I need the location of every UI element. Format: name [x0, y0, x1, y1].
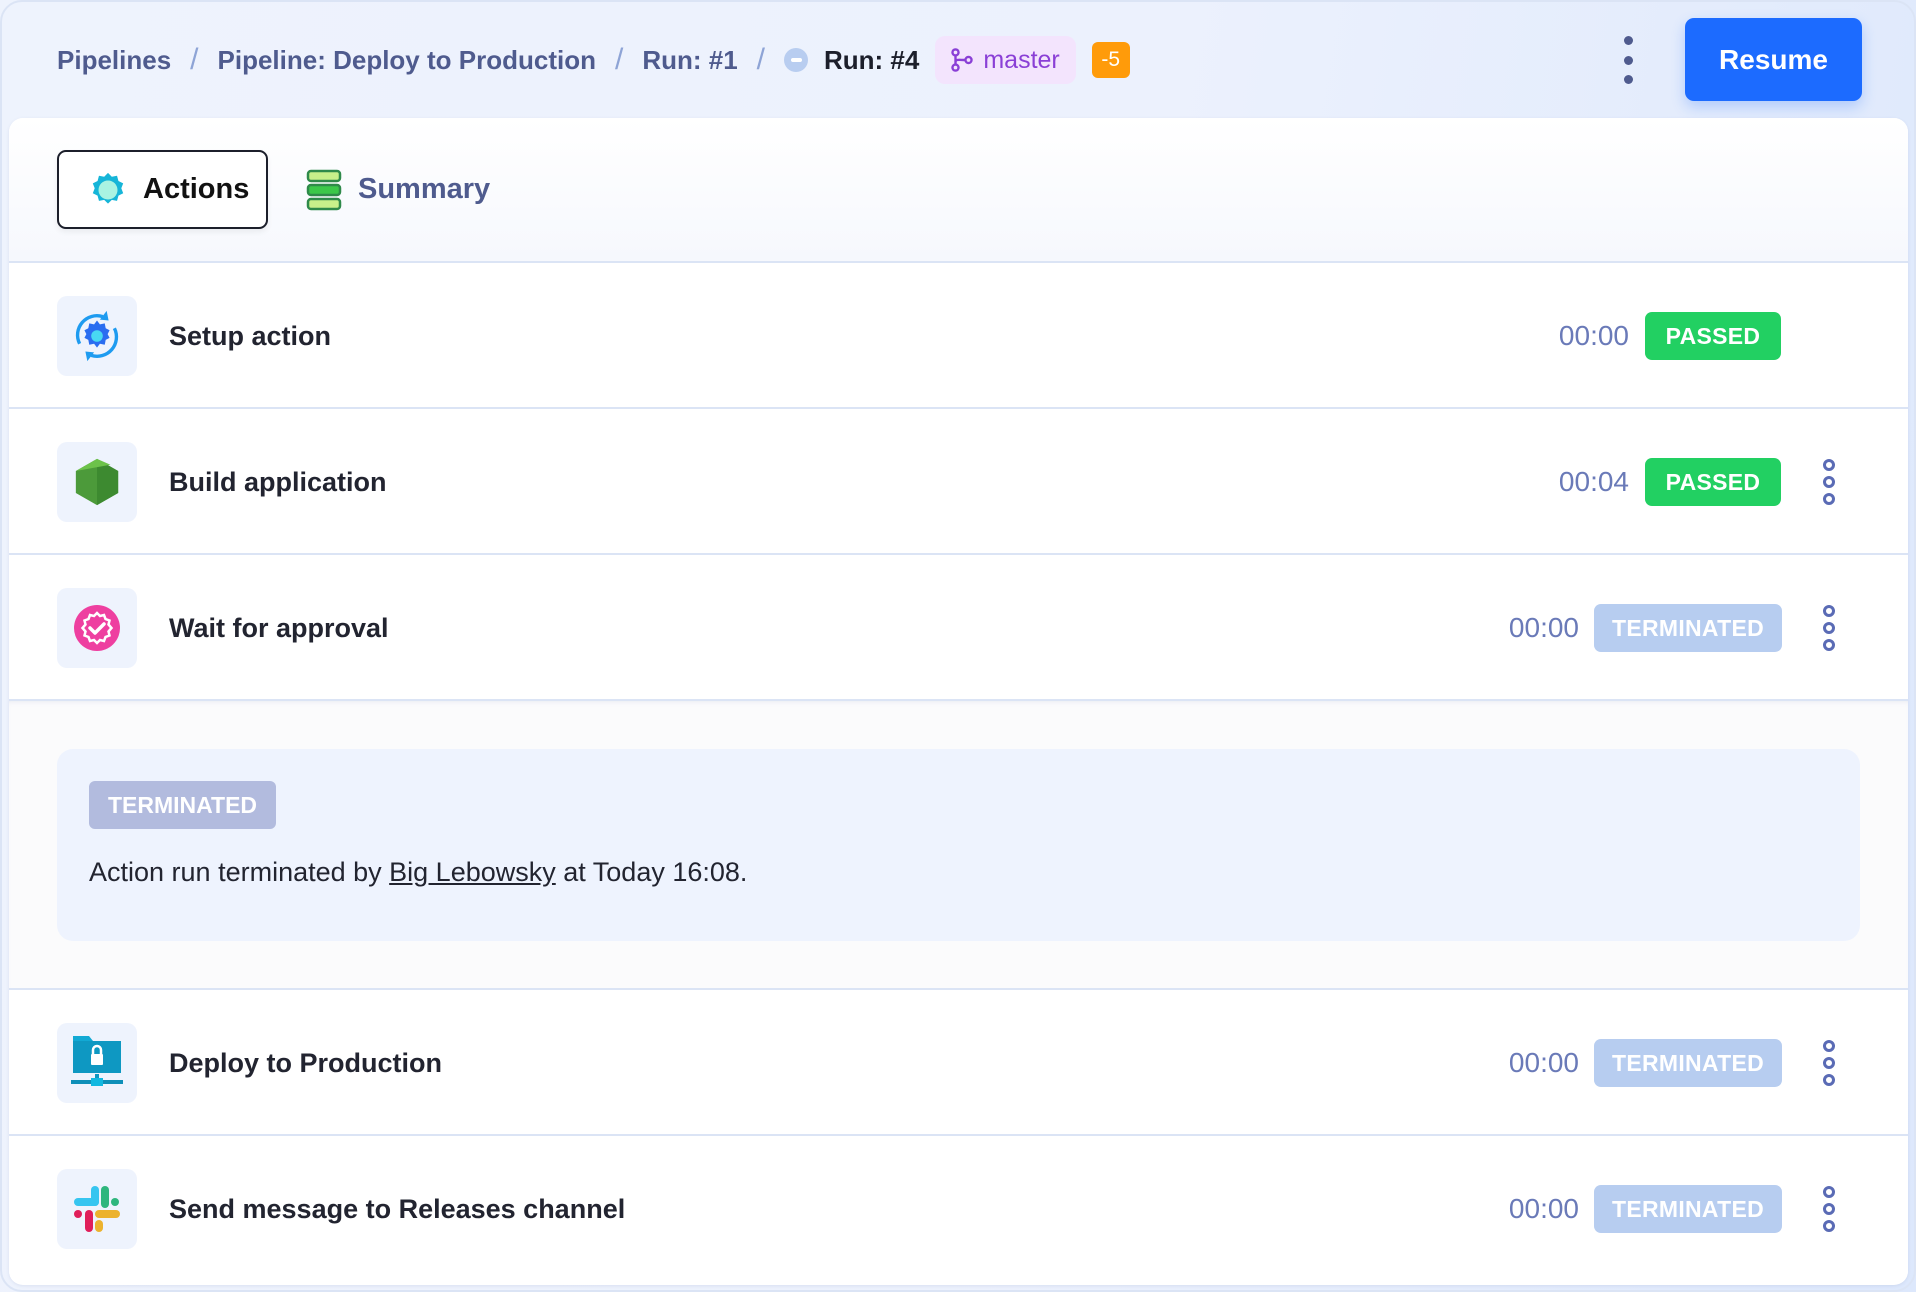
action-row-deploy[interactable]: Deploy to Production 00:00 TERMINATED — [9, 990, 1908, 1136]
action-duration: 00:00 — [1439, 1136, 1579, 1282]
resume-button[interactable]: Resume — [1685, 18, 1862, 101]
status-badge: TERMINATED — [89, 781, 276, 829]
status-badge: TERMINATED — [1594, 1185, 1782, 1233]
kebab-menu-icon[interactable] — [1821, 1040, 1837, 1086]
action-duration: 00:00 — [1489, 263, 1629, 409]
breadcrumb-current-run: Run: #4 — [824, 45, 919, 76]
branch-badge[interactable]: master — [935, 36, 1075, 84]
terminated-status-icon — [784, 48, 808, 72]
breadcrumb-pipelines[interactable]: Pipelines — [57, 45, 171, 76]
action-row-build[interactable]: Build application 00:04 PASSED — [9, 409, 1908, 555]
action-row-slack[interactable]: Send message to Releases channel 00:00 T… — [9, 1136, 1908, 1282]
kebab-menu-icon[interactable] — [1821, 459, 1837, 505]
branch-name: master — [983, 46, 1059, 75]
user-link[interactable]: Big Lebowsky — [389, 857, 556, 887]
count-badge: -5 — [1092, 42, 1130, 78]
stack-list-icon — [306, 169, 342, 211]
action-name: Send message to Releases channel — [169, 1136, 625, 1282]
actions-card: Actions Summary Setup action 00:00 PASSE… — [9, 118, 1908, 1285]
kebab-menu-icon[interactable] — [1821, 1186, 1837, 1232]
message-suffix: at Today 16:08. — [556, 857, 748, 887]
action-row-approval[interactable]: Wait for approval 00:00 TERMINATED — [9, 555, 1908, 701]
slack-icon — [57, 1169, 137, 1249]
header: Pipelines / Pipeline: Deploy to Producti… — [0, 0, 1916, 118]
action-detail-panel: TERMINATED Action run terminated by Big … — [9, 701, 1908, 990]
action-duration: 00:00 — [1439, 555, 1579, 701]
action-duration: 00:00 — [1439, 990, 1579, 1136]
status-badge: PASSED — [1645, 312, 1781, 360]
breadcrumb-run-1[interactable]: Run: #1 — [642, 45, 737, 76]
action-duration: 00:04 — [1489, 409, 1629, 555]
gear-badge-icon — [89, 171, 127, 209]
termination-info: TERMINATED Action run terminated by Big … — [57, 749, 1860, 941]
tab-actions[interactable]: Actions — [57, 150, 268, 229]
nodejs-hexagon-icon — [57, 442, 137, 522]
status-badge: PASSED — [1645, 458, 1781, 506]
kebab-menu-icon[interactable] — [1618, 36, 1638, 84]
git-branch-icon — [949, 47, 975, 73]
kebab-menu-icon[interactable] — [1821, 605, 1837, 651]
gear-sync-icon — [57, 296, 137, 376]
breadcrumb-separator: / — [757, 43, 765, 77]
tab-actions-label: Actions — [143, 173, 249, 206]
action-row-setup[interactable]: Setup action 00:00 PASSED — [9, 263, 1908, 409]
action-name: Build application — [169, 409, 387, 555]
action-name: Setup action — [169, 263, 331, 409]
action-name: Deploy to Production — [169, 990, 442, 1136]
tab-summary[interactable]: Summary — [306, 150, 490, 229]
secure-server-folder-icon — [57, 1023, 137, 1103]
approval-badge-icon — [57, 588, 137, 668]
breadcrumb-separator: / — [615, 43, 623, 77]
action-name: Wait for approval — [169, 555, 389, 701]
breadcrumb-separator: / — [190, 43, 198, 77]
tab-bar: Actions Summary — [9, 118, 1908, 263]
termination-message: Action run terminated by Big Lebowsky at… — [89, 857, 747, 888]
tab-summary-label: Summary — [358, 173, 490, 206]
status-badge: TERMINATED — [1594, 1039, 1782, 1087]
breadcrumb-pipeline[interactable]: Pipeline: Deploy to Production — [218, 45, 596, 76]
message-prefix: Action run terminated by — [89, 857, 389, 887]
status-badge: TERMINATED — [1594, 604, 1782, 652]
breadcrumb: Pipelines / Pipeline: Deploy to Producti… — [57, 40, 1130, 80]
